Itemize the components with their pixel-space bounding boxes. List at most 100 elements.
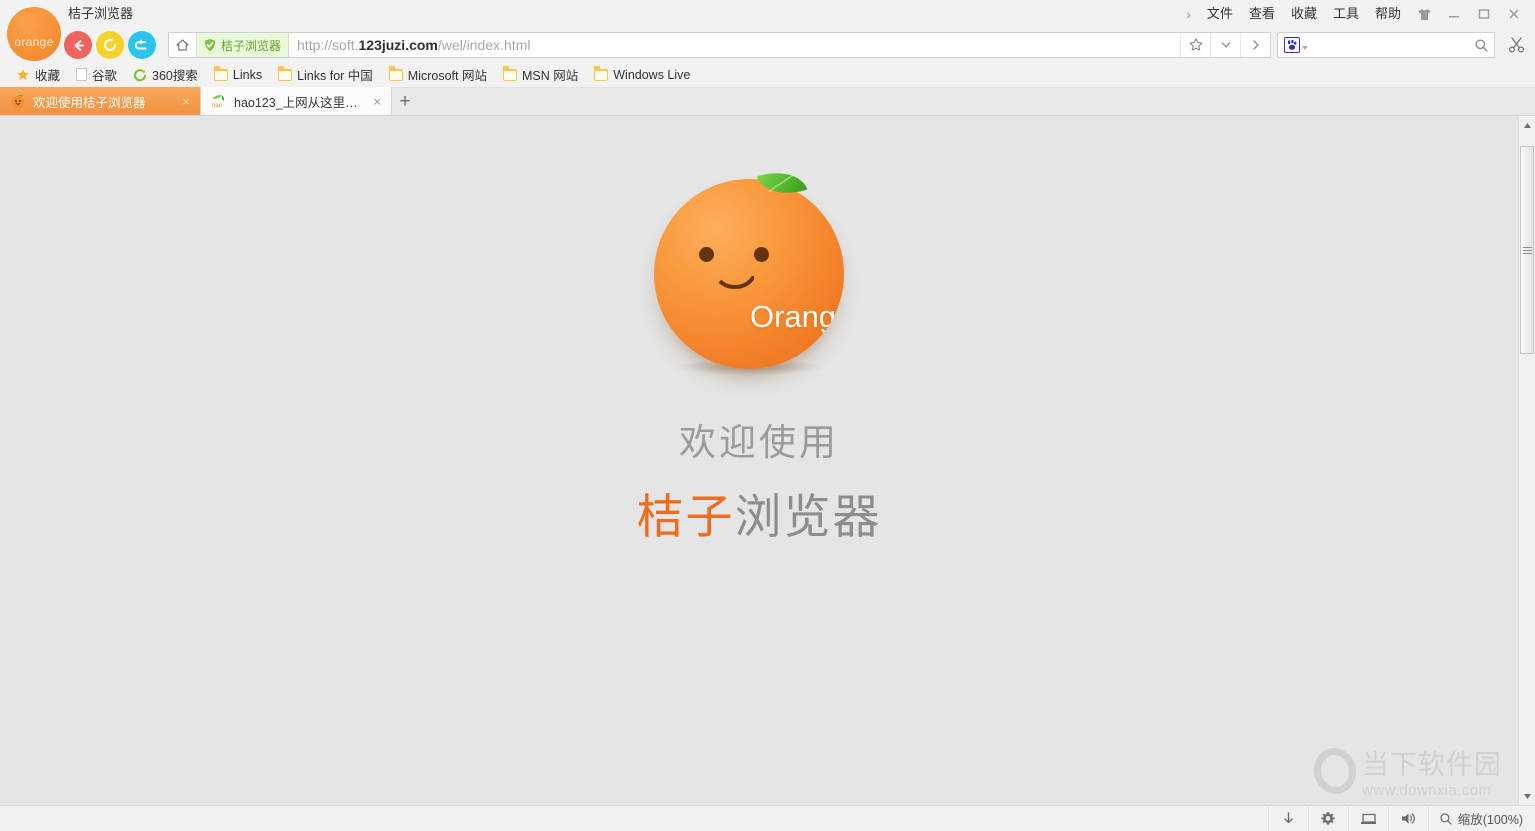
tab-close-icon[interactable]: × bbox=[369, 93, 385, 109]
gear-icon[interactable] bbox=[1308, 806, 1348, 831]
app-logo[interactable]: orange bbox=[7, 7, 61, 61]
url-text[interactable]: http://soft.123juzi.com/wel/index.html bbox=[289, 33, 1180, 57]
bookmark-label: Links for 中国 bbox=[297, 65, 373, 84]
home-icon[interactable] bbox=[169, 33, 197, 57]
window-icon[interactable] bbox=[1348, 806, 1388, 831]
bookmark-windows-live[interactable]: Windows Live bbox=[586, 64, 698, 86]
reload-icon[interactable] bbox=[96, 31, 124, 59]
browser-window: orange 桔子浏览器 › 文件 查看 收藏 工具 帮助 bbox=[0, 0, 1535, 831]
bookmark-favorites[interactable]: 收藏 bbox=[8, 64, 68, 86]
hao123-icon: hao bbox=[211, 93, 227, 109]
tab-label: 欢迎使用桔子浏览器 bbox=[33, 92, 171, 111]
address-bar[interactable]: 桔子浏览器 http://soft.123juzi.com/wel/index.… bbox=[168, 32, 1271, 58]
menu-file[interactable]: 文件 bbox=[1199, 0, 1241, 28]
folder-icon bbox=[594, 69, 608, 81]
security-label: 桔子浏览器 bbox=[221, 37, 281, 54]
bookmark-360search[interactable]: 360搜索 bbox=[125, 64, 206, 86]
tab-close-icon[interactable]: × bbox=[178, 93, 194, 109]
undo-arrow-icon[interactable] bbox=[128, 31, 156, 59]
chevron-down-icon[interactable] bbox=[1210, 33, 1240, 57]
security-badge[interactable]: 桔子浏览器 bbox=[197, 33, 289, 57]
maximize-icon[interactable] bbox=[1469, 1, 1499, 27]
scroll-up-button[interactable] bbox=[1519, 116, 1535, 134]
url-domain: 123juzi.com bbox=[359, 37, 438, 53]
scissors-icon[interactable] bbox=[1499, 36, 1535, 54]
welcome-brand-suffix: 浏览器 bbox=[735, 490, 882, 543]
scroll-track[interactable] bbox=[1519, 134, 1535, 787]
watermark: 当下软件园 www.downxia.com bbox=[1314, 743, 1502, 799]
tab-label: hao123_上网从这里开始 bbox=[234, 92, 362, 111]
status-bar: 缩放(100%) bbox=[0, 805, 1535, 831]
folder-icon bbox=[389, 69, 403, 81]
tab-strip: 欢迎使用桔子浏览器 × hao hao123_上网从这里开始 × + bbox=[0, 88, 1535, 116]
tab-hao123[interactable]: hao hao123_上网从这里开始 × bbox=[200, 87, 392, 115]
bookmark-label: MSN 网站 bbox=[522, 65, 578, 84]
go-icon[interactable] bbox=[1240, 33, 1270, 57]
star-icon bbox=[16, 68, 30, 82]
baidu-paw-icon bbox=[1284, 37, 1300, 53]
tshirt-skin-icon[interactable] bbox=[1409, 1, 1439, 27]
folder-icon bbox=[278, 69, 292, 81]
welcome-brand: 桔子 bbox=[637, 490, 735, 543]
bookmark-google[interactable]: 谷歌 bbox=[68, 64, 125, 86]
zoom-control[interactable]: 缩放(100%) bbox=[1428, 806, 1535, 831]
minimize-icon[interactable] bbox=[1439, 1, 1469, 27]
scroll-thumb[interactable] bbox=[1520, 146, 1534, 354]
bookmark-links-for-china[interactable]: Links for 中国 bbox=[270, 64, 381, 86]
bookmark-msn[interactable]: MSN 网站 bbox=[495, 64, 586, 86]
mascot-eye-left bbox=[699, 247, 714, 262]
url-suffix: /wel/index.html bbox=[438, 37, 531, 53]
search-box[interactable] bbox=[1277, 32, 1495, 58]
url-prefix: http://soft. bbox=[297, 37, 358, 53]
mascot-body: Orange bbox=[654, 179, 844, 369]
magnifier-icon[interactable] bbox=[1468, 38, 1494, 53]
page-content: Orange 欢迎使用 桔子浏览器 当下软件园 www.downxia.com bbox=[0, 116, 1518, 805]
speaker-icon[interactable] bbox=[1388, 806, 1428, 831]
back-arrow-icon[interactable] bbox=[64, 31, 92, 59]
bookmark-label: 谷歌 bbox=[92, 65, 117, 84]
menu-view[interactable]: 查看 bbox=[1241, 0, 1283, 28]
orange-mascot: Orange bbox=[644, 154, 874, 394]
folder-icon bbox=[503, 69, 517, 81]
menu-tools[interactable]: 工具 bbox=[1325, 0, 1367, 28]
close-icon[interactable] bbox=[1499, 1, 1529, 27]
search-engine-selector[interactable] bbox=[1278, 37, 1312, 53]
bookmarks-bar: 收藏 谷歌 360搜索 Links Links for 中国 Microso bbox=[0, 62, 1535, 88]
mascot-smile bbox=[712, 267, 758, 289]
star-icon[interactable] bbox=[1180, 33, 1210, 57]
menu-help[interactable]: 帮助 bbox=[1367, 0, 1409, 28]
tab-welcome[interactable]: 欢迎使用桔子浏览器 × bbox=[0, 87, 200, 115]
zoom-label: 缩放(100%) bbox=[1458, 809, 1523, 828]
download-arrow-icon[interactable] bbox=[1268, 806, 1308, 831]
mascot-eye-right bbox=[754, 247, 769, 262]
orange-icon bbox=[10, 93, 26, 109]
svg-text:hao: hao bbox=[212, 103, 223, 109]
bookmark-label: Microsoft 网站 bbox=[408, 65, 487, 84]
new-tab-button[interactable]: + bbox=[392, 89, 418, 115]
menu-favorites[interactable]: 收藏 bbox=[1283, 0, 1325, 28]
circle-icon bbox=[133, 68, 147, 82]
bookmark-links[interactable]: Links bbox=[206, 64, 270, 86]
bookmark-label: Links bbox=[233, 68, 262, 82]
welcome-screen: Orange 欢迎使用 桔子浏览器 bbox=[0, 154, 1518, 547]
scroll-down-button[interactable] bbox=[1519, 787, 1535, 805]
content-row: Orange 欢迎使用 桔子浏览器 当下软件园 www.downxia.com bbox=[0, 116, 1535, 805]
navigation-toolbar: 桔子浏览器 http://soft.123juzi.com/wel/index.… bbox=[0, 28, 1535, 62]
welcome-line-2: 桔子浏览器 bbox=[637, 478, 882, 547]
chevron-right-icon[interactable]: › bbox=[1178, 0, 1199, 28]
menu-bar: › 文件 查看 收藏 工具 帮助 bbox=[1178, 0, 1535, 28]
vertical-scrollbar[interactable] bbox=[1518, 116, 1535, 805]
bookmark-label: 360搜索 bbox=[152, 65, 198, 84]
folder-icon bbox=[214, 69, 228, 81]
welcome-line-1: 欢迎使用 bbox=[679, 412, 839, 466]
watermark-url: www.downxia.com bbox=[1362, 782, 1502, 799]
magnifier-icon bbox=[1439, 812, 1453, 826]
title-bar: orange 桔子浏览器 › 文件 查看 收藏 工具 帮助 bbox=[0, 0, 1535, 28]
watermark-title: 当下软件园 bbox=[1362, 743, 1502, 782]
bookmark-label: Windows Live bbox=[613, 68, 690, 82]
scroll-grip-icon bbox=[1523, 245, 1532, 256]
watermark-logo-icon bbox=[1309, 744, 1361, 799]
chevron-down-icon bbox=[1302, 46, 1308, 50]
mascot-word: Orange bbox=[750, 299, 844, 335]
bookmark-microsoft[interactable]: Microsoft 网站 bbox=[381, 64, 495, 86]
